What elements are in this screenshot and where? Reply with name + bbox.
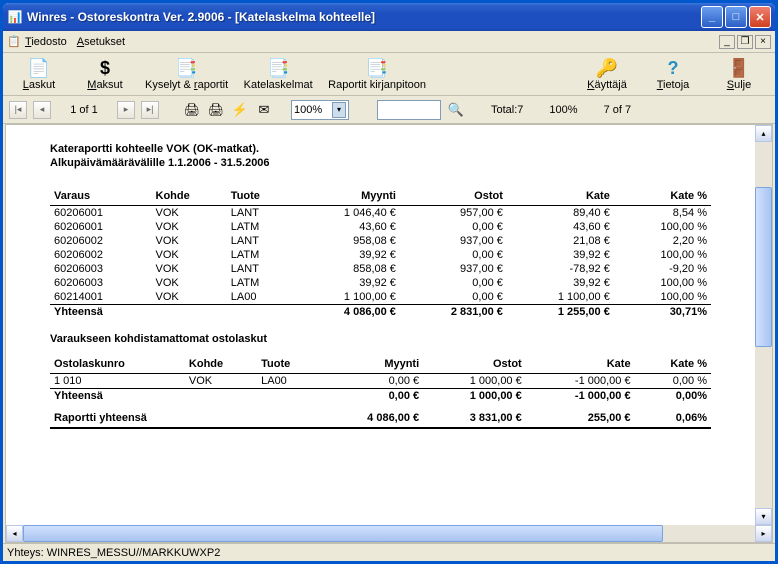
mdi-minimize-button[interactable]: _ (719, 35, 735, 49)
app-icon: 📊 (7, 9, 23, 25)
connection-status: Yhteys: WINRES_MESSU//MARKKUWXP2 (7, 547, 220, 559)
invoices-icon: 📄 (28, 57, 50, 79)
mdi-close-button[interactable]: × (755, 35, 771, 49)
zoom-select[interactable]: 100%▾ (291, 100, 349, 120)
exit-icon: 🚪 (728, 57, 750, 79)
maximize-button[interactable]: □ (725, 6, 747, 28)
toolbar-sulje[interactable]: 🚪Sulje (709, 55, 769, 93)
print-button[interactable]: 🖨 (183, 101, 201, 119)
table-row: 60206001VOKLATM43,60 €0,00 €43,60 €100,0… (50, 220, 711, 234)
toolbar-kyselyt[interactable]: 📑Kyselyt & raportit (141, 55, 232, 93)
title-bar: 📊 Winres - Ostoreskontra Ver. 2.9006 - [… (3, 3, 775, 31)
report-table-1: VarausKohdeTuoteMyyntiOstotKateKate % 60… (50, 187, 711, 319)
table-row: 60206003VOKLANT858,08 €937,00 €-78,92 €-… (50, 262, 711, 276)
table-row: 1 010VOKLA000,00 €1 000,00 €-1 000,00 €0… (50, 374, 711, 389)
horizontal-scrollbar[interactable]: ◂ ▸ (6, 525, 772, 542)
toolbar-maksut[interactable]: $Maksut (75, 55, 135, 93)
refresh-button[interactable]: ⚡ (231, 101, 249, 119)
help-icon: ? (668, 57, 679, 79)
page-indicator: 1 of 1 (57, 104, 111, 116)
total-label: Total:7 (491, 104, 523, 116)
scroll-down-button[interactable]: ▾ (755, 508, 772, 525)
scroll-up-button[interactable]: ▴ (755, 125, 772, 142)
report-toolbar: |◂ ◂ 1 of 1 ▸ ▸| 🖨 🖨 ⚡ ✉ 100%▾ 🔍 Total:7… (3, 96, 775, 124)
table-row: 60206002VOKLATM39,92 €0,00 €39,92 €100,0… (50, 248, 711, 262)
search-button[interactable]: 🔍 (447, 101, 465, 119)
report-title: Kateraportti kohteelle VOK (OK-matkat). (50, 143, 711, 155)
menu-asetukset[interactable]: Asetukset (77, 36, 125, 48)
toolbar-raportit[interactable]: 📑Raportit kirjanpitoon (324, 55, 430, 93)
accounting-icon: 📑 (366, 57, 388, 79)
report-table-2: OstolaskunroKohdeTuoteMyyntiOstotKateKat… (50, 355, 711, 429)
vertical-scrollbar[interactable]: ▴ ▾ (755, 125, 772, 525)
toolbar-tietoja[interactable]: ?Tietoja (643, 55, 703, 93)
scroll-thumb[interactable] (755, 187, 772, 347)
window-title: Winres - Ostoreskontra Ver. 2.9006 - [Ka… (27, 10, 699, 24)
toolbar-laskut[interactable]: 📄Laskut (9, 55, 69, 93)
reports-icon: 📑 (175, 57, 197, 79)
zoom-pct: 100% (549, 104, 577, 116)
record-range: 7 of 7 (604, 104, 632, 116)
nav-first-button[interactable]: |◂ (9, 101, 27, 119)
nav-last-button[interactable]: ▸| (141, 101, 159, 119)
scroll-left-button[interactable]: ◂ (6, 525, 23, 542)
table-row: 60206001VOKLANT1 046,40 €957,00 €89,40 €… (50, 206, 711, 221)
chevron-down-icon: ▾ (332, 102, 346, 118)
mdi-restore-button[interactable]: ❐ (737, 35, 753, 49)
printer-setup-button[interactable]: 🖨 (207, 101, 225, 119)
subheading: Varaukseen kohdistamattomat ostolaskut (50, 333, 711, 345)
user-icon: 🔑 (596, 57, 618, 79)
table-row: 60206002VOKLANT958,08 €937,00 €21,08 €2,… (50, 234, 711, 248)
table-row: 60206003VOKLATM39,92 €0,00 €39,92 €100,0… (50, 276, 711, 290)
nav-next-button[interactable]: ▸ (117, 101, 135, 119)
toolbar-kayttaja[interactable]: 🔑Käyttäjä (577, 55, 637, 93)
menu-tiedosto[interactable]: Tiedosto (25, 36, 67, 48)
export-button[interactable]: ✉ (255, 101, 273, 119)
scroll-thumb-h[interactable] (23, 525, 663, 542)
menu-bar: 📋 Tiedosto Asetukset _ ❐ × (3, 31, 775, 53)
menu-icon: 📋 (7, 35, 21, 49)
toolbar: 📄Laskut $Maksut 📑Kyselyt & raportit 📑Kat… (3, 53, 775, 96)
margin-icon: 📑 (267, 57, 289, 79)
report-content: Kateraportti kohteelle VOK (OK-matkat). … (6, 125, 755, 525)
report-subtitle: Alkupäivämäärävälille 1.1.2006 - 31.5.20… (50, 157, 711, 169)
minimize-button[interactable]: _ (701, 6, 723, 28)
close-button[interactable]: ✕ (749, 6, 771, 28)
nav-prev-button[interactable]: ◂ (33, 101, 51, 119)
scroll-right-button[interactable]: ▸ (755, 525, 772, 542)
toolbar-katelaskelmat[interactable]: 📑Katelaskelmat (238, 55, 318, 93)
report-viewport: Kateraportti kohteelle VOK (OK-matkat). … (5, 124, 773, 543)
search-input[interactable] (377, 100, 441, 120)
status-bar: Yhteys: WINRES_MESSU//MARKKUWXP2 (3, 543, 775, 561)
table-row: 60214001VOKLA001 100,00 €0,00 €1 100,00 … (50, 290, 711, 305)
payments-icon: $ (100, 57, 110, 79)
